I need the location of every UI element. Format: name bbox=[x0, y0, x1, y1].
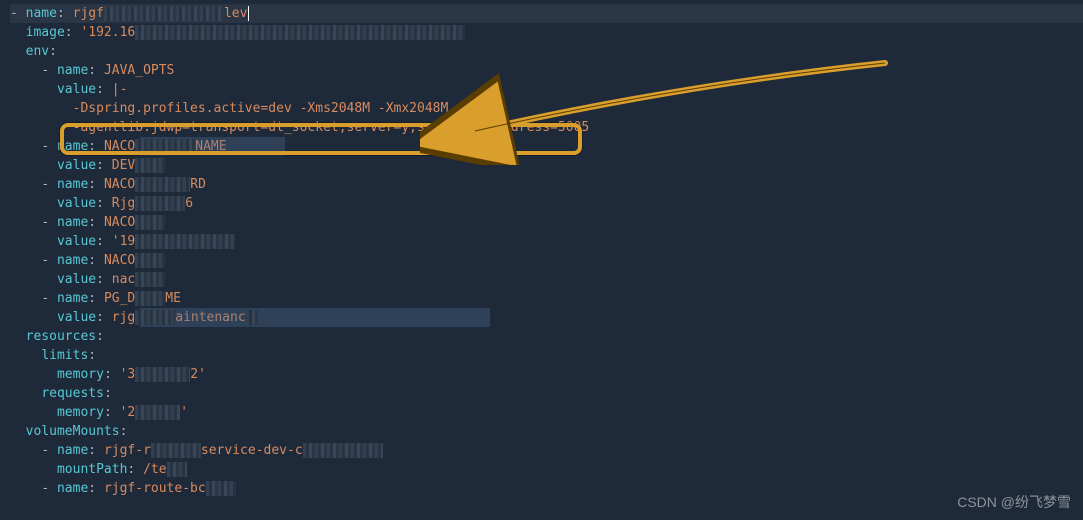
watermark-text: CSDN @纷飞梦雪 bbox=[957, 493, 1071, 512]
yaml-line: volumeMounts: bbox=[10, 422, 1083, 441]
yaml-line: value: Rjg6 bbox=[10, 194, 1083, 213]
yaml-line: mountPath: /te bbox=[10, 460, 1083, 479]
text-cursor bbox=[248, 6, 249, 21]
yaml-line: - name: NACONAME bbox=[10, 137, 1083, 156]
yaml-line: memory: '32' bbox=[10, 365, 1083, 384]
yaml-line: value: DEV bbox=[10, 156, 1083, 175]
yaml-line: -Dspring.profiles.active=dev -Xms2048M -… bbox=[10, 99, 1083, 118]
yaml-line: value: '19 bbox=[10, 232, 1083, 251]
yaml-line: requests: bbox=[10, 384, 1083, 403]
yaml-line: - name: rjgflev bbox=[10, 4, 1083, 23]
yaml-line: - name: NACO bbox=[10, 251, 1083, 270]
yaml-line: memory: '2' bbox=[10, 403, 1083, 422]
yaml-line: - name: NACORD bbox=[10, 175, 1083, 194]
yaml-line: env: bbox=[10, 42, 1083, 61]
yaml-line: - name: NACO bbox=[10, 213, 1083, 232]
yaml-line: resources: bbox=[10, 327, 1083, 346]
yaml-line: value: nac bbox=[10, 270, 1083, 289]
highlighted-jvm-arg: -agentlib:jdwp=transport=dt_socket,serve… bbox=[10, 118, 1083, 137]
yaml-line: - name: rjgf-route-bc bbox=[10, 479, 1083, 498]
yaml-line: - name: JAVA_OPTS bbox=[10, 61, 1083, 80]
yaml-line: - name: rjgf-rservice-dev-c bbox=[10, 441, 1083, 460]
yaml-line: image: '192.16 bbox=[10, 23, 1083, 42]
yaml-line: value: |- bbox=[10, 80, 1083, 99]
yaml-line: - name: PG_DME bbox=[10, 289, 1083, 308]
code-editor[interactable]: - name: rjgflev image: '192.16 env: - na… bbox=[0, 0, 1083, 502]
yaml-line: limits: bbox=[10, 346, 1083, 365]
yaml-line: value: rjgaintenanc bbox=[10, 308, 1083, 327]
